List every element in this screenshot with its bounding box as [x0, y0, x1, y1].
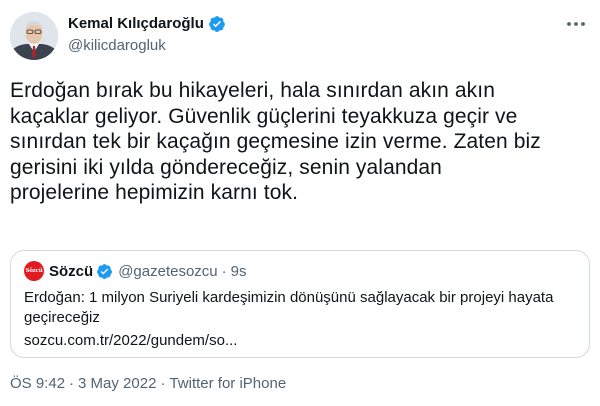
author-display-name[interactable]: Kemal Kılıçdaroğlu — [68, 14, 204, 34]
quoted-timestamp[interactable]: 9s — [231, 263, 247, 280]
meta-separator: · — [160, 375, 166, 392]
author-avatar[interactable] — [10, 12, 58, 60]
quoted-author-handle[interactable]: @gazetesozcu — [118, 263, 217, 280]
quoted-tweet-header: Sözcü Sözcü @gazetesozcu · 9s — [24, 261, 246, 281]
avatar-portrait-icon — [10, 12, 58, 60]
tweet-text: Erdoğan bırak bu hikayeleri, hala sınırd… — [10, 79, 541, 204]
quoted-separator: · — [221, 262, 227, 280]
author-name-row: Kemal Kılıçdaroğlu — [68, 14, 226, 34]
tweet-meta: ÖS 9:42 · 3 May 2022 · Twitter for iPhon… — [10, 374, 286, 394]
sozcu-logo-text: Sözcü — [25, 268, 43, 274]
verified-badge-icon — [208, 15, 226, 33]
quoted-tweet-text: Erdoğan: 1 milyon Suriyeli kardeşimizin … — [24, 289, 554, 326]
more-options-icon[interactable] — [564, 14, 588, 34]
tweet-source[interactable]: Twitter for iPhone — [169, 374, 286, 394]
meta-separator: · — [69, 375, 75, 392]
author-handle[interactable]: @kilicdarogluk — [68, 36, 226, 56]
sozcu-logo-avatar[interactable]: Sözcü — [24, 261, 44, 281]
quoted-tweet[interactable]: Sözcü Sözcü @gazetesozcu · 9s Erdoğan: 1… — [10, 250, 590, 358]
tweet-card: Kemal Kılıçdaroğlu @kilicdarogluk Erdoğa… — [0, 0, 600, 406]
verified-badge-icon — [96, 263, 113, 280]
author-block: Kemal Kılıçdaroğlu @kilicdarogluk — [68, 14, 226, 56]
tweet-time[interactable]: ÖS 9:42 — [10, 374, 65, 394]
tweet-date[interactable]: 3 May 2022 — [78, 374, 156, 394]
quoted-tweet-link[interactable]: sozcu.com.tr/2022/gundem/so... — [24, 331, 237, 351]
quoted-author-name[interactable]: Sözcü — [49, 263, 93, 280]
